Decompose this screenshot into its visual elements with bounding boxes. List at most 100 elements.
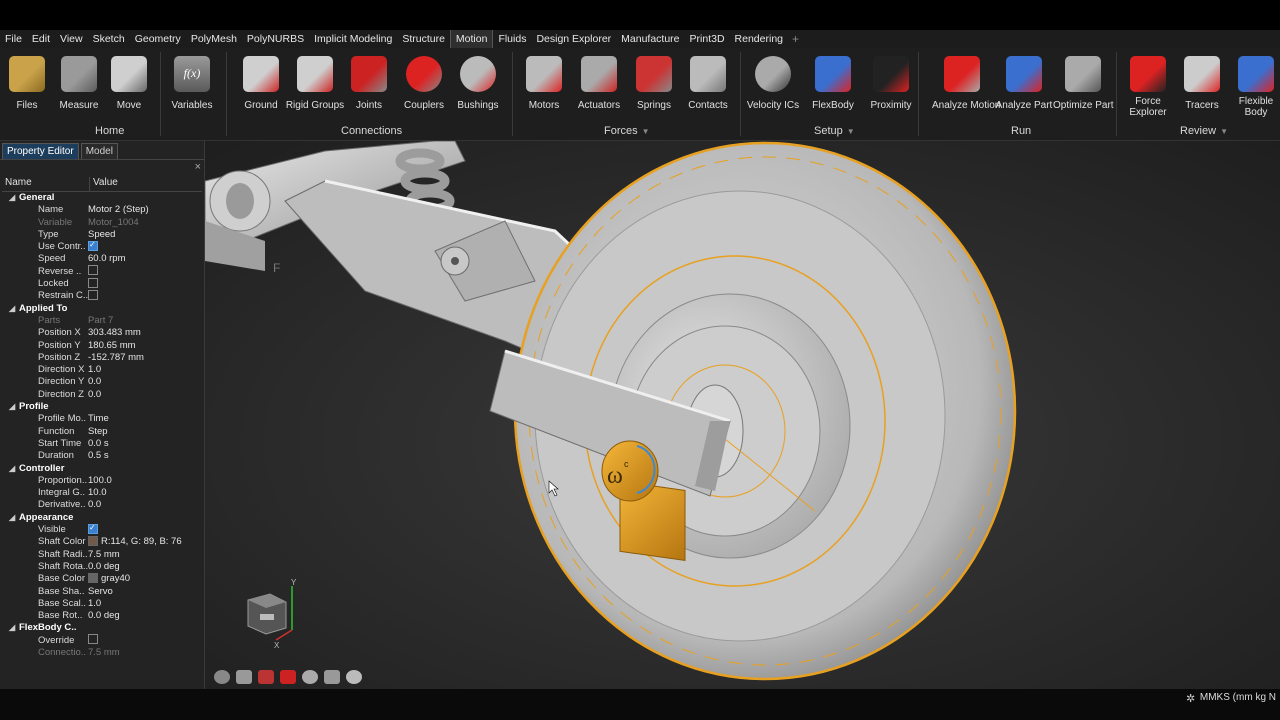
property-row[interactable]: Parts Part 7 [2, 315, 202, 327]
tool-move-button[interactable]: Move [99, 56, 159, 111]
property-value[interactable]: 60.0 rpm [88, 253, 202, 265]
property-row[interactable]: Proportion.. 100.0 [2, 475, 202, 487]
property-value[interactable]: Time [88, 413, 202, 425]
property-value[interactable]: Motor_1004 [88, 217, 202, 229]
group-label-setup[interactable]: Setup ▼ [814, 125, 855, 137]
menu-motion[interactable]: Motion [449, 30, 494, 48]
property-value[interactable]: Step [88, 426, 202, 438]
add-menu-icon[interactable]: + [788, 32, 803, 46]
property-value[interactable]: 10.0 [88, 487, 202, 499]
menu-manufacture[interactable]: Manufacture [616, 30, 684, 48]
tool-motors-button[interactable]: Motors [514, 56, 574, 111]
3d-viewport[interactable]: ω c F [205, 141, 1280, 689]
property-row[interactable]: Speed 60.0 rpm [2, 253, 202, 265]
property-value[interactable]: 100.0 [88, 475, 202, 487]
property-row[interactable]: Name Motor 2 (Step) [2, 204, 202, 216]
group-label-review[interactable]: Review ▼ [1180, 125, 1228, 137]
group-flexbody-c-[interactable]: ◢ FlexBody C.. [2, 622, 202, 634]
checkbox[interactable] [88, 522, 98, 534]
property-value[interactable]: -152.787 mm [88, 352, 202, 364]
menu-design-explorer[interactable]: Design Explorer [531, 30, 616, 48]
property-row[interactable]: Shaft Color R:114, G: 89, B: 76 [2, 535, 202, 548]
property-row[interactable]: Position Z -152.787 mm [2, 352, 202, 364]
property-row[interactable]: Integral G.. 10.0 [2, 487, 202, 499]
property-value[interactable]: gray40 [88, 572, 202, 585]
property-row[interactable]: Direction Z 0.0 [2, 389, 202, 401]
menu-rendering[interactable]: Rendering [730, 30, 788, 48]
property-value[interactable]: Speed [88, 229, 202, 241]
property-row[interactable]: Base Sha.. Servo [2, 586, 202, 598]
collapse-triangle-icon[interactable]: ◢ [9, 463, 19, 475]
tool-springs-button[interactable]: Springs [624, 56, 684, 111]
tool-rigid-groups-button[interactable]: Rigid Groups [285, 56, 345, 111]
tool-force-explorer-button[interactable]: Force Explorer [1118, 56, 1178, 118]
menu-view[interactable]: View [55, 30, 88, 48]
menu-geometry[interactable]: Geometry [130, 30, 186, 48]
view-box-icon[interactable] [280, 670, 296, 684]
color-swatch[interactable] [88, 535, 98, 546]
view-filter-icon[interactable] [236, 670, 252, 684]
property-value[interactable]: 0.0 [88, 389, 202, 401]
property-row[interactable]: Shaft Rota.. 0.0 deg [2, 561, 202, 573]
tool-proximity-button[interactable]: Proximity [861, 56, 921, 111]
property-row[interactable]: Direction Y 0.0 [2, 376, 202, 388]
tool-optimize-part-button[interactable]: Optimize Part [1053, 56, 1114, 111]
property-row[interactable]: Function Step [2, 426, 202, 438]
view-eye-icon[interactable] [214, 670, 230, 684]
property-value[interactable]: 7.5 mm [88, 549, 202, 561]
property-value[interactable]: 180.65 mm [88, 340, 202, 352]
property-value[interactable]: 303.483 mm [88, 327, 202, 339]
checkbox[interactable] [88, 289, 98, 300]
property-value[interactable]: 0.5 s [88, 450, 202, 462]
tool-velocity-ics-button[interactable]: Velocity ICs [743, 56, 803, 111]
property-value[interactable]: 7.5 mm [88, 647, 202, 659]
property-row[interactable]: Derivative.. 0.0 [2, 499, 202, 511]
menu-polymesh[interactable]: PolyMesh [186, 30, 242, 48]
property-row[interactable]: Profile Mo.. Time [2, 413, 202, 425]
menu-implicit-modeling[interactable]: Implicit Modeling [309, 30, 397, 48]
property-value[interactable]: 0.0 deg [88, 561, 202, 573]
tab-property-editor[interactable]: Property Editor [2, 143, 79, 159]
group-controller[interactable]: ◢ Controller [2, 463, 202, 475]
tool-ground-button[interactable]: Ground [231, 56, 291, 111]
view-rotate-icon[interactable] [324, 670, 340, 684]
property-row[interactable]: Base Rot.. 0.0 deg [2, 610, 202, 622]
property-value[interactable]: 0.0 deg [88, 610, 202, 622]
property-row[interactable]: Use Contr.. [2, 239, 202, 253]
menu-edit[interactable]: Edit [27, 30, 55, 48]
property-value[interactable] [88, 265, 202, 278]
property-value[interactable]: Part 7 [88, 315, 202, 327]
property-value[interactable] [88, 634, 202, 647]
view-triad[interactable]: Y X [240, 578, 310, 650]
property-row[interactable]: Reverse .. [2, 265, 202, 278]
menu-sketch[interactable]: Sketch [88, 30, 130, 48]
color-swatch[interactable] [88, 572, 98, 583]
property-value[interactable] [88, 289, 202, 302]
view-zoom-icon[interactable] [302, 670, 318, 684]
checkbox[interactable] [88, 265, 98, 276]
tool-tracers-button[interactable]: Tracers [1172, 56, 1232, 111]
group-appearance[interactable]: ◢ Appearance [2, 512, 202, 524]
property-row[interactable]: Type Speed [2, 229, 202, 241]
property-row[interactable]: Restrain C.. [2, 289, 202, 302]
gear-icon[interactable]: ✲ [1186, 692, 1195, 705]
tool-bushings-button[interactable]: Bushings [448, 56, 508, 111]
tool-flexbody-button[interactable]: FlexBody [803, 56, 863, 111]
menu-structure[interactable]: Structure [397, 30, 450, 48]
collapse-triangle-icon[interactable]: ◢ [9, 512, 19, 524]
property-value[interactable]: 0.0 [88, 499, 202, 511]
checkbox[interactable] [88, 239, 98, 251]
property-value[interactable]: Motor 2 (Step) [88, 204, 202, 216]
checkbox[interactable] [88, 634, 98, 645]
property-row[interactable]: Base Color gray40 [2, 572, 202, 585]
property-row[interactable]: Override [2, 634, 202, 647]
property-row[interactable]: Shaft Radi.. 7.5 mm [2, 549, 202, 561]
tool-actuators-button[interactable]: Actuators [569, 56, 629, 111]
property-row[interactable]: Variable Motor_1004 [2, 217, 202, 229]
collapse-triangle-icon[interactable]: ◢ [9, 303, 19, 315]
menu-file[interactable]: File [0, 30, 27, 48]
property-row[interactable]: Position X 303.483 mm [2, 327, 202, 339]
property-row[interactable]: Position Y 180.65 mm [2, 340, 202, 352]
tool-analyze-motion-button[interactable]: Analyze Motion [932, 56, 1000, 111]
menu-polynurbs[interactable]: PolyNURBS [242, 30, 309, 48]
